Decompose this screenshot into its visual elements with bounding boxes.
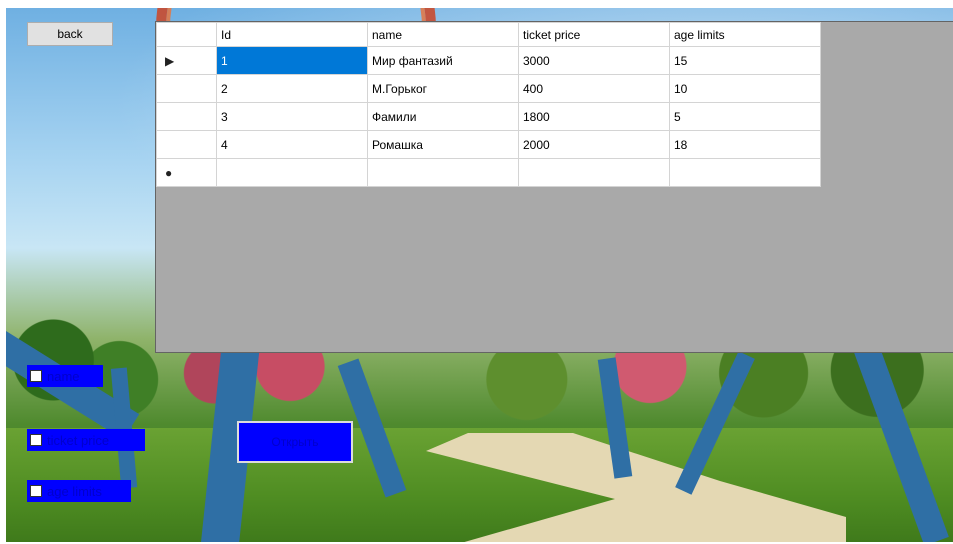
cell-ticket-price[interactable] xyxy=(518,158,670,187)
cell-age-limits[interactable]: 18 xyxy=(669,130,821,159)
cell-age-limits[interactable] xyxy=(669,158,821,187)
checkbox-box[interactable] xyxy=(30,485,42,497)
column-header-age-limits[interactable]: age limits xyxy=(669,22,821,47)
column-header-id[interactable]: Id xyxy=(216,22,368,47)
cell-id[interactable]: 1 xyxy=(216,46,368,75)
checkbox-label: ticket price xyxy=(47,432,110,448)
cell-age-limits[interactable]: 10 xyxy=(669,74,821,103)
table-row[interactable]: 2 М.Горьког 400 10 xyxy=(156,74,821,103)
cell-age-limits[interactable]: 5 xyxy=(669,102,821,131)
cell-id[interactable]: 3 xyxy=(216,102,368,131)
table-row[interactable]: 4 Ромашка 2000 18 xyxy=(156,130,821,159)
current-row-icon[interactable]: ▶ xyxy=(156,46,217,75)
new-row-icon[interactable]: ● xyxy=(156,158,217,187)
cell-ticket-price[interactable]: 3000 xyxy=(518,46,670,75)
cell-name[interactable]: Мир фантазий xyxy=(367,46,519,75)
header-row: Id name ticket price age limits xyxy=(156,22,821,47)
row-header[interactable] xyxy=(156,102,217,131)
checkbox-label: age limits xyxy=(47,483,102,499)
name-checkbox[interactable]: name xyxy=(27,365,103,387)
data-grid[interactable]: Id name ticket price age limits ▶ 1 Мир … xyxy=(155,21,953,353)
checkbox-box[interactable] xyxy=(30,434,42,446)
back-button[interactable]: back xyxy=(27,22,113,46)
cell-age-limits[interactable]: 15 xyxy=(669,46,821,75)
new-row[interactable]: ● xyxy=(156,158,821,187)
data-table: Id name ticket price age limits ▶ 1 Мир … xyxy=(156,22,821,187)
open-button[interactable]: Открыть xyxy=(237,421,353,463)
checkbox-box[interactable] xyxy=(30,370,42,382)
table-row[interactable]: 3 Фамили 1800 5 xyxy=(156,102,821,131)
column-header-ticket-price[interactable]: ticket price xyxy=(518,22,670,47)
cell-name[interactable]: М.Горьког xyxy=(367,74,519,103)
ticket-price-checkbox[interactable]: ticket price xyxy=(27,429,145,451)
row-header-corner[interactable] xyxy=(156,22,217,47)
cell-name[interactable]: Фамили xyxy=(367,102,519,131)
column-header-name[interactable]: name xyxy=(367,22,519,47)
age-limits-checkbox[interactable]: age limits xyxy=(27,480,131,502)
row-header[interactable] xyxy=(156,74,217,103)
cell-name[interactable]: Ромашка xyxy=(367,130,519,159)
row-header[interactable] xyxy=(156,130,217,159)
cell-id[interactable]: 4 xyxy=(216,130,368,159)
table-row[interactable]: ▶ 1 Мир фантазий 3000 15 xyxy=(156,46,821,75)
checkbox-label: name xyxy=(47,368,80,384)
cell-id[interactable] xyxy=(216,158,368,187)
cell-name[interactable] xyxy=(367,158,519,187)
cell-id[interactable]: 2 xyxy=(216,74,368,103)
cell-ticket-price[interactable]: 2000 xyxy=(518,130,670,159)
cell-ticket-price[interactable]: 400 xyxy=(518,74,670,103)
cell-ticket-price[interactable]: 1800 xyxy=(518,102,670,131)
